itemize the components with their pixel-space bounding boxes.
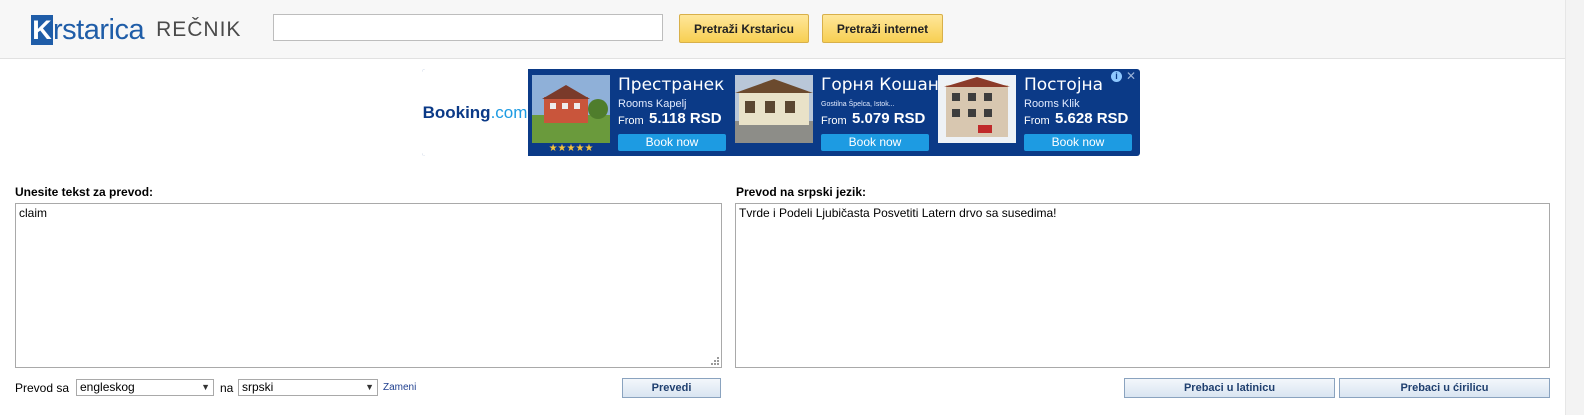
ad-info-icon[interactable]: i — [1111, 71, 1122, 82]
resize-grip-icon[interactable] — [709, 355, 720, 366]
ad-hotel-subtitle: Gostilna Špelca, Istok... — [821, 101, 895, 108]
ad-card-gornja-kosana[interactable]: Горня Кошана Gostilna Špelca, Istok... F… — [735, 75, 949, 153]
to-language-label: na — [220, 381, 234, 395]
site-header: K rstarica REČNIK Pretraži Krstaricu Pre… — [0, 0, 1566, 59]
hotel-photo — [532, 75, 610, 143]
search-internet-button[interactable]: Pretraži internet — [822, 14, 943, 43]
book-now-button[interactable]: Book now — [821, 134, 929, 151]
source-language-select[interactable]: engleskog ▼ — [76, 379, 214, 396]
booking-logo: Booking .com — [422, 69, 528, 156]
ad-from-label: From — [618, 115, 644, 127]
translate-button[interactable]: Prevedi — [622, 378, 721, 398]
ad-price: 5.118 RSD — [649, 110, 722, 127]
search-krstarica-button[interactable]: Pretraži Krstaricu — [679, 14, 809, 43]
logo-wordmark: rstarica — [53, 14, 145, 46]
book-now-button[interactable]: Book now — [1024, 134, 1132, 151]
to-latin-button[interactable]: Prebaci u latinicu — [1124, 378, 1335, 398]
search-input[interactable] — [273, 14, 663, 41]
ad-hotel-title: Постојна — [1024, 75, 1104, 95]
output-label: Prevod na srpski jezik: — [736, 185, 867, 199]
ad-hotel-title: Горня Кошана — [821, 75, 950, 95]
ad-card-prestranek[interactable]: ★★★★★ Престранек Rooms Kapelj From 5.118… — [532, 75, 728, 154]
ad-close-icon[interactable]: ✕ — [1126, 70, 1136, 82]
ad-price: 5.079 RSD — [852, 110, 926, 127]
from-language-label: Prevod sa — [15, 381, 70, 395]
ad-hotel-title: Престранек — [618, 75, 725, 95]
page-scrollbar[interactable] — [1565, 0, 1584, 415]
site-logo[interactable]: K rstarica REČNIK — [31, 11, 241, 45]
input-label: Unesite tekst za prevod: — [15, 185, 154, 199]
translation-output: Tvrde i Podeli Ljubičasta Posvetiti Late… — [735, 203, 1550, 368]
ad-from-label: From — [821, 115, 847, 127]
chevron-down-icon: ▼ — [365, 382, 374, 392]
hotel-photo — [735, 75, 813, 143]
ad-from-label: From — [1024, 115, 1050, 127]
ad-price: 5.628 RSD — [1055, 110, 1129, 127]
ad-card-postojna[interactable]: Постојна Rooms Klik From 5.628 RSD Book … — [938, 75, 1134, 153]
book-now-button[interactable]: Book now — [618, 134, 726, 151]
booking-ad-banner[interactable]: Booking .com ★★★★★ Престранек Rooms Kapel… — [422, 69, 1140, 156]
ad-hotel-subtitle: Rooms Kapelj — [618, 98, 687, 110]
source-text-input[interactable]: claim — [15, 203, 722, 368]
swap-languages-link[interactable]: Zameni — [383, 382, 416, 393]
rating-stars: ★★★★★ — [548, 143, 594, 154]
hotel-photo — [938, 75, 1016, 143]
chevron-down-icon: ▼ — [201, 382, 210, 392]
to-cyrillic-button[interactable]: Prebaci u ćirilicu — [1339, 378, 1550, 398]
logo-k-mark: K — [31, 15, 53, 45]
target-language-select[interactable]: srpski ▼ — [238, 379, 378, 396]
ad-hotel-subtitle: Rooms Klik — [1024, 98, 1080, 110]
logo-subtitle: REČNIK — [156, 18, 242, 41]
